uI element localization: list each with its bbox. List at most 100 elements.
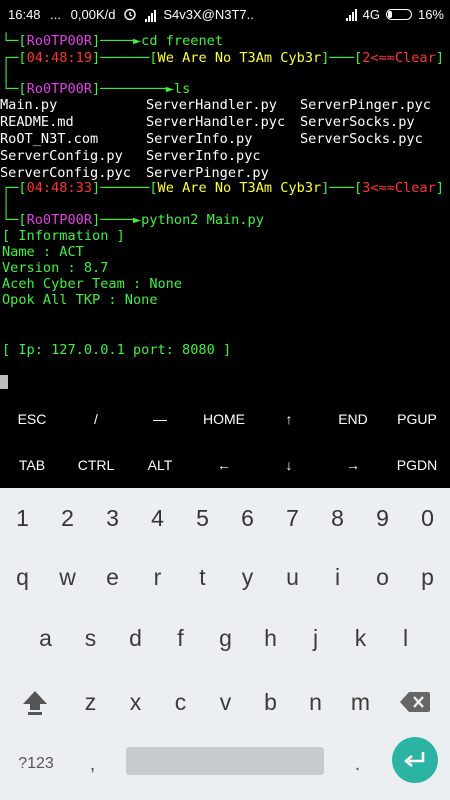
backspace-icon — [399, 692, 430, 712]
prompt-user: Ro0TP00R — [26, 212, 93, 228]
prompt-time: 04:48:33 — [26, 180, 93, 196]
prompt-time: 04:48:19 — [26, 50, 93, 66]
signal-icon-2 — [345, 8, 357, 21]
key-5[interactable]: 5 — [180, 493, 225, 543]
key-4[interactable]: 4 — [135, 493, 180, 543]
key-i[interactable]: i — [315, 552, 360, 602]
pipe-line: │ — [2, 196, 11, 212]
key-p[interactable]: p — [405, 552, 450, 602]
tab-key[interactable]: TAB — [0, 442, 64, 488]
right-arrow-key[interactable]: → — [321, 442, 385, 488]
key-w[interactable]: w — [45, 552, 90, 602]
key-z[interactable]: z — [68, 677, 113, 727]
key-g[interactable]: g — [203, 613, 248, 663]
info-opok: Opok All TKP : None — [2, 292, 158, 308]
key-2[interactable]: 2 — [45, 493, 90, 543]
shift-key[interactable] — [12, 677, 57, 727]
terminal[interactable]: └─[Ro0TP00R]────►cd freenet ┌─[04:48:19]… — [0, 30, 450, 400]
key-v[interactable]: v — [203, 677, 248, 727]
key-y[interactable]: y — [225, 552, 270, 602]
home-key[interactable]: HOME — [192, 396, 256, 442]
key-d[interactable]: d — [113, 613, 158, 663]
file-entry: ServerInfo.pyc — [146, 148, 261, 164]
up-arrow-key[interactable]: ↑ — [257, 396, 321, 442]
left-arrow-key[interactable]: ← — [192, 442, 256, 488]
key-s[interactable]: s — [68, 613, 113, 663]
alt-key[interactable]: ALT — [128, 442, 192, 488]
status-line-2: ┌─[04:48:33]──────[We Are No T3Am Cyb3r]… — [2, 180, 444, 196]
clear-count: 3<≈≈Clear — [362, 180, 436, 196]
status-right: 4G 16% — [345, 7, 444, 22]
file-entry: ServerConfig.py — [0, 148, 123, 164]
key-m[interactable]: m — [338, 677, 383, 727]
pgup-key[interactable]: PGUP — [385, 396, 449, 442]
period-key[interactable]: . — [335, 739, 380, 789]
key-c[interactable]: c — [158, 677, 203, 727]
file-entry: README.md — [0, 114, 74, 130]
enter-icon — [403, 752, 425, 767]
info-header: [ Information ] — [2, 228, 125, 244]
key-l[interactable]: l — [383, 613, 428, 663]
key-1[interactable]: 1 — [0, 493, 45, 543]
command-text: python2 Main.py — [141, 212, 264, 228]
file-entry: RoOT_N3T.com — [0, 131, 99, 147]
symbols-key[interactable]: ?123 — [10, 739, 62, 789]
status-network: 4G — [362, 7, 380, 22]
status-time: 16:48 — [8, 7, 41, 22]
enter-key[interactable] — [392, 737, 438, 783]
key-j[interactable]: j — [293, 613, 338, 663]
key-k[interactable]: k — [338, 613, 383, 663]
status-carrier: S4v3X@N3T7.. — [163, 7, 254, 22]
key-3[interactable]: 3 — [90, 493, 135, 543]
key-r[interactable]: r — [135, 552, 180, 602]
soft-keyboard: 1 2 3 4 5 6 7 8 9 0 q w e r t y u i o p … — [0, 488, 450, 800]
file-entry: ServerInfo.py — [146, 131, 253, 147]
prompt-line-3: └─[Ro0TP00R]────►python2 Main.py — [2, 212, 264, 228]
key-e[interactable]: e — [90, 552, 135, 602]
key-n[interactable]: n — [293, 677, 338, 727]
dash-key[interactable]: — — [128, 396, 192, 442]
status-dots: ... — [50, 7, 62, 22]
status-bar: 16:48 ... 0,00K/d S4v3X@N3T7.. 4G 16% — [0, 0, 450, 30]
esc-key[interactable]: ESC — [0, 396, 64, 442]
battery-icon — [385, 9, 412, 20]
pipe-line: │ — [2, 66, 11, 82]
file-entry: ServerPinger.py — [146, 165, 269, 181]
key-h[interactable]: h — [248, 613, 293, 663]
key-6[interactable]: 6 — [225, 493, 270, 543]
backspace-key[interactable] — [392, 677, 437, 727]
space-bar[interactable] — [126, 747, 324, 775]
key-8[interactable]: 8 — [315, 493, 360, 543]
end-key[interactable]: END — [321, 396, 385, 442]
key-7[interactable]: 7 — [270, 493, 315, 543]
status-line-1: ┌─[04:48:19]──────[We Are No T3Am Cyb3r]… — [2, 50, 444, 66]
key-x[interactable]: x — [113, 677, 158, 727]
key-t[interactable]: t — [180, 552, 225, 602]
signal-icon — [144, 9, 156, 22]
prompt-user: Ro0TP00R — [26, 81, 93, 97]
banner-text: We Are No T3Am Cyb3r — [157, 50, 322, 66]
key-u[interactable]: u — [270, 552, 315, 602]
command-text: ls — [173, 81, 191, 97]
status-left: 16:48 ... 0,00K/d S4v3X@N3T7.. — [8, 7, 254, 24]
key-a[interactable]: a — [23, 613, 68, 663]
ctrl-key[interactable]: CTRL — [64, 442, 128, 488]
key-o[interactable]: o — [360, 552, 405, 602]
shift-icon — [22, 691, 47, 715]
file-entry: Main.py — [0, 97, 58, 113]
file-entry: ServerPinger.pyc — [300, 97, 431, 113]
key-b[interactable]: b — [248, 677, 293, 727]
slash-key[interactable]: / — [64, 396, 128, 442]
comma-key[interactable]: , — [70, 739, 115, 789]
key-9[interactable]: 9 — [360, 493, 405, 543]
clear-count: 2<≈≈Clear — [362, 50, 436, 66]
key-q[interactable]: q — [0, 552, 45, 602]
pgdn-key[interactable]: PGDN — [385, 442, 449, 488]
key-f[interactable]: f — [158, 613, 203, 663]
ip-line: [ Ip: 127.0.0.1 port: 8080 ] — [2, 342, 232, 358]
key-0[interactable]: 0 — [405, 493, 450, 543]
alarm-icon — [123, 7, 137, 24]
down-arrow-key[interactable]: ↓ — [257, 442, 321, 488]
prompt-line-1: └─[Ro0TP00R]────►cd freenet — [2, 33, 223, 49]
symbols-label: ?123 — [18, 755, 54, 772]
